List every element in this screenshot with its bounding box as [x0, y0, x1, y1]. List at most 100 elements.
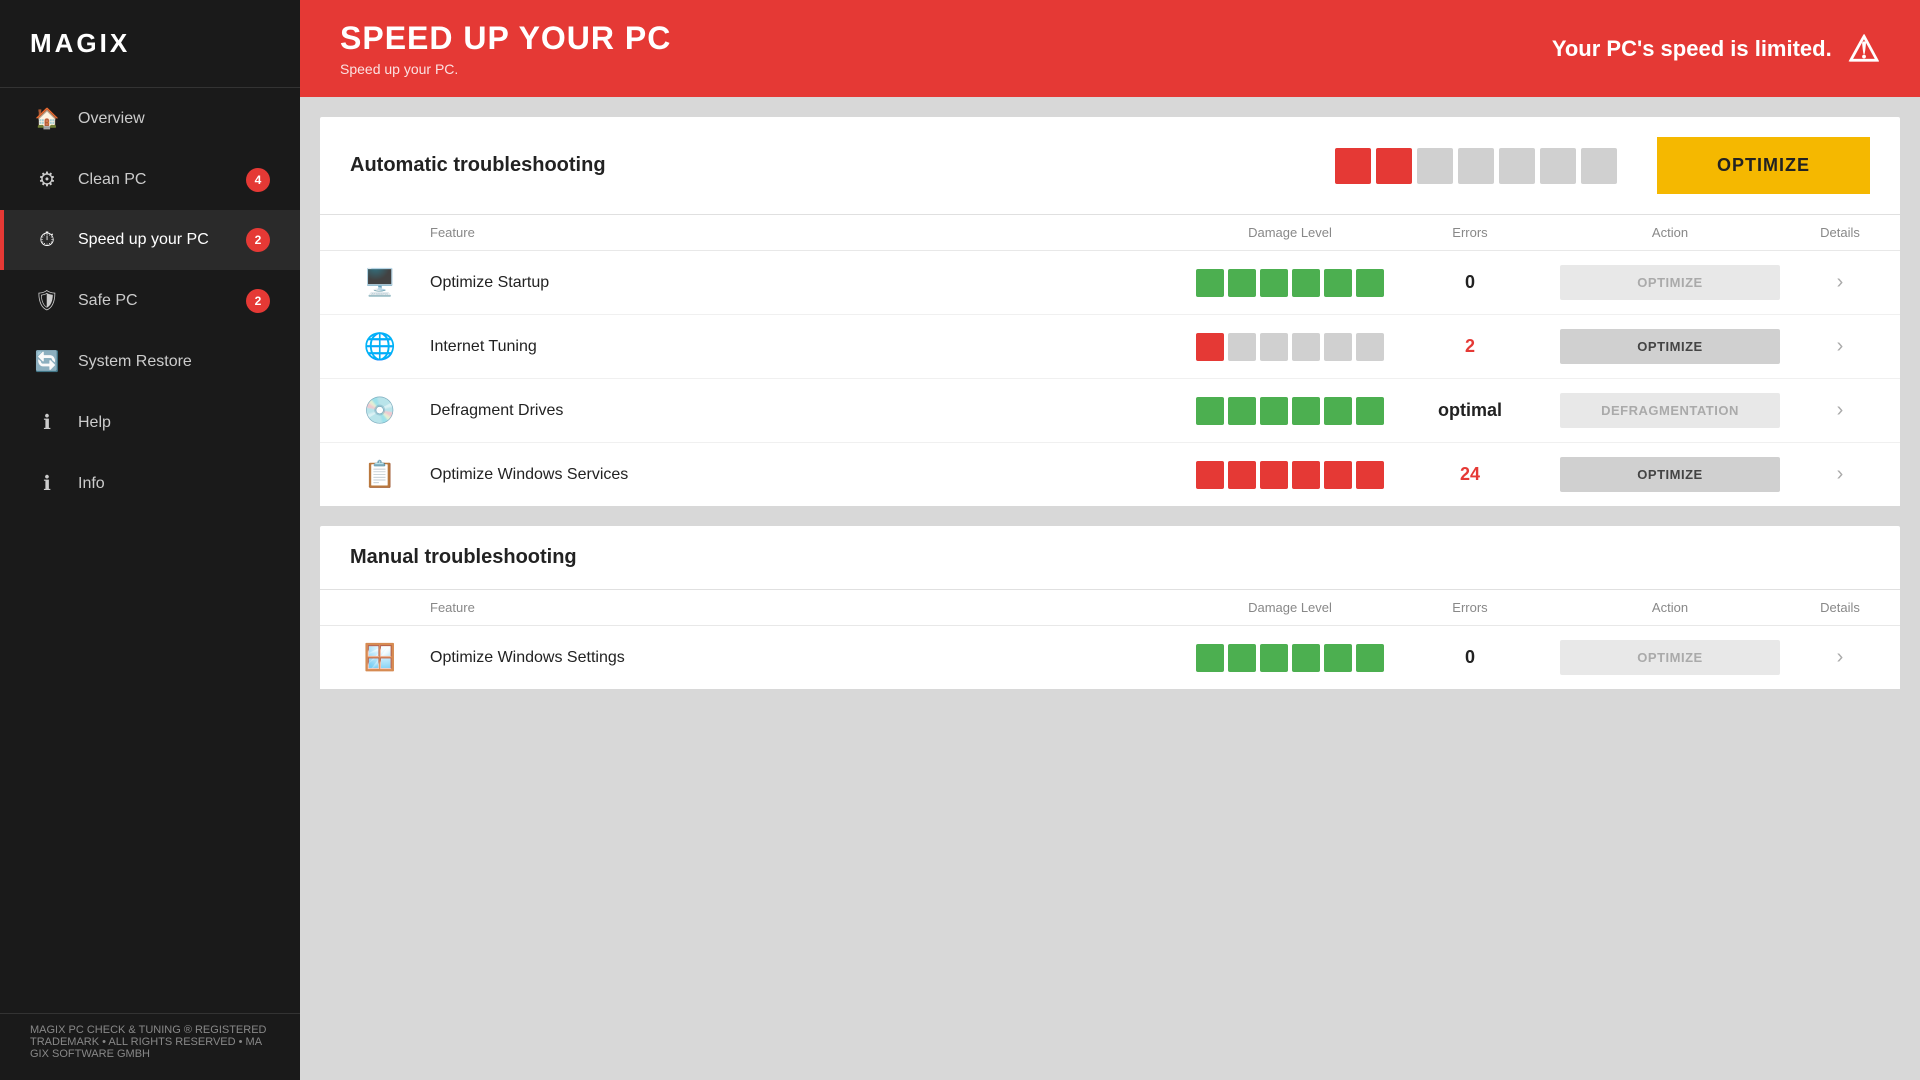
row-action-internet-tuning[interactable]: OPTIMIZE: [1540, 329, 1800, 364]
row-errors-optimize-windows-settings: 0: [1400, 647, 1540, 668]
automatic-rows: 🖥️Optimize Startup0OPTIMIZE›🌐Internet Tu…: [320, 251, 1900, 506]
manual-col-action: Action: [1540, 600, 1800, 615]
system-restore-icon: 🔄: [34, 349, 60, 374]
header-right: Your PC's speed is limited. ⚠: [1552, 28, 1880, 70]
col-details: Details: [1800, 225, 1880, 240]
overall-damage-segment-6: [1581, 148, 1617, 184]
sidebar-item-system-restore[interactable]: 🔄 System Restore: [0, 331, 300, 392]
damage-seg-optimize-windows-services-1: [1228, 461, 1256, 489]
info-icon: ℹ: [34, 471, 60, 496]
damage-seg-defragment-drives-2: [1260, 397, 1288, 425]
table-row-optimize-windows-settings: 🪟Optimize Windows Settings 0OPTIMIZE ›: [320, 626, 1900, 689]
damage-seg-optimize-windows-settings-4: [1324, 644, 1352, 672]
sidebar-item-info[interactable]: ℹInfo: [0, 453, 300, 514]
warning-icon: ⚠: [1848, 28, 1880, 70]
damage-seg-optimize-windows-services-4: [1324, 461, 1352, 489]
damage-seg-optimize-windows-services-3: [1292, 461, 1320, 489]
chevron-icon-internet-tuning[interactable]: ›: [1837, 335, 1844, 358]
damage-seg-optimize-windows-settings-1: [1228, 644, 1256, 672]
damage-seg-internet-tuning-1: [1228, 333, 1256, 361]
automatic-table-header: Feature Damage Level Errors Action Detai…: [320, 215, 1900, 251]
row-damage-optimize-windows-settings: [1180, 644, 1400, 672]
manual-col-errors: Errors: [1400, 600, 1540, 615]
col-damage: Damage Level: [1180, 225, 1400, 240]
chevron-icon-optimize-startup[interactable]: ›: [1837, 271, 1844, 294]
row-action-optimize-windows-services[interactable]: OPTIMIZE: [1540, 457, 1800, 492]
sidebar-item-clean-pc[interactable]: ⚙Clean PC4: [0, 149, 300, 210]
damage-seg-defragment-drives-4: [1324, 397, 1352, 425]
row-damage-optimize-windows-services: [1180, 461, 1400, 489]
table-row-defragment-drives: 💿Defragment DrivesoptimalDEFRAGMENTATION…: [320, 379, 1900, 443]
sidebar-item-overview[interactable]: 🏠Overview: [0, 88, 300, 149]
manual-section-title: Manual troubleshooting: [350, 546, 577, 569]
row-feature-optimize-startup: Optimize Startup: [420, 274, 1180, 292]
badge-clean-pc: 4: [246, 168, 270, 192]
row-action-optimize-windows-settings[interactable]: OPTIMIZE: [1540, 640, 1800, 675]
sidebar-label-clean-pc: Clean PC: [78, 171, 228, 189]
speed-status-text: Your PC's speed is limited.: [1552, 36, 1832, 62]
help-icon: ℹ: [34, 410, 60, 435]
header-left: SPEED UP YOUR PC Speed up your PC.: [340, 20, 671, 77]
page-subtitle: Speed up your PC.: [340, 61, 671, 77]
manual-col-details: Details: [1800, 600, 1880, 615]
action-button-optimize-windows-services[interactable]: OPTIMIZE: [1560, 457, 1780, 492]
content-area: Automatic troubleshooting OPTIMIZE Featu…: [300, 97, 1920, 1080]
col-errors: Errors: [1400, 225, 1540, 240]
damage-seg-internet-tuning-5: [1356, 333, 1384, 361]
row-details-defragment-drives[interactable]: ›: [1800, 399, 1880, 422]
automatic-troubleshooting-section: Automatic troubleshooting OPTIMIZE Featu…: [320, 117, 1900, 506]
badge-safe-pc: 2: [246, 289, 270, 313]
manual-table-header: Feature Damage Level Errors Action Detai…: [320, 590, 1900, 626]
damage-seg-optimize-windows-services-2: [1260, 461, 1288, 489]
damage-seg-optimize-startup-3: [1292, 269, 1320, 297]
manual-col-damage: Damage Level: [1180, 600, 1400, 615]
action-button-defragment-drives: DEFRAGMENTATION: [1560, 393, 1780, 428]
damage-seg-optimize-windows-settings-2: [1260, 644, 1288, 672]
row-icon-optimize-windows-settings: 🪟: [340, 642, 420, 673]
damage-seg-optimize-startup-0: [1196, 269, 1224, 297]
overall-damage-segment-0: [1335, 148, 1371, 184]
row-icon-internet-tuning: 🌐: [340, 331, 420, 362]
overall-damage-segment-1: [1376, 148, 1412, 184]
row-damage-defragment-drives: [1180, 397, 1400, 425]
damage-seg-optimize-startup-5: [1356, 269, 1384, 297]
overall-damage-bar: [1335, 148, 1617, 184]
speed-up-icon: ⏱: [34, 229, 60, 252]
row-action-defragment-drives[interactable]: DEFRAGMENTATION: [1540, 393, 1800, 428]
damage-seg-defragment-drives-1: [1228, 397, 1256, 425]
row-icon-defragment-drives: 💿: [340, 395, 420, 426]
overall-damage-segment-2: [1417, 148, 1453, 184]
row-damage-internet-tuning: [1180, 333, 1400, 361]
row-details-optimize-startup[interactable]: ›: [1800, 271, 1880, 294]
safe-pc-icon: 🛡: [34, 288, 60, 313]
sidebar-label-safe-pc: Safe PC: [78, 292, 228, 310]
damage-seg-optimize-startup-4: [1324, 269, 1352, 297]
action-button-internet-tuning[interactable]: OPTIMIZE: [1560, 329, 1780, 364]
damage-seg-defragment-drives-5: [1356, 397, 1384, 425]
main-optimize-button[interactable]: OPTIMIZE: [1657, 137, 1870, 194]
row-feature-optimize-windows-settings: Optimize Windows Settings: [420, 649, 1180, 667]
col-feature: Feature: [420, 225, 1180, 240]
sidebar-nav: 🏠Overview⚙Clean PC4⏱Speed up your PC2🛡Sa…: [0, 88, 300, 1013]
row-icon-optimize-startup: 🖥️: [340, 267, 420, 298]
row-action-optimize-startup[interactable]: OPTIMIZE: [1540, 265, 1800, 300]
row-details-optimize-windows-settings[interactable]: ›: [1800, 646, 1880, 669]
row-details-internet-tuning[interactable]: ›: [1800, 335, 1880, 358]
row-details-optimize-windows-services[interactable]: ›: [1800, 463, 1880, 486]
sidebar-item-help[interactable]: ℹHelp: [0, 392, 300, 453]
row-feature-optimize-windows-services: Optimize Windows Services: [420, 466, 1180, 484]
chevron-icon-defragment-drives[interactable]: ›: [1837, 399, 1844, 422]
sidebar-bottom: MAGIX PC CHECK & TUNING ® REGISTERED TRA…: [0, 1013, 300, 1080]
manual-col-feature: Feature: [420, 600, 1180, 615]
action-button-optimize-startup: OPTIMIZE: [1560, 265, 1780, 300]
chevron-icon-optimize-windows-settings[interactable]: ›: [1837, 646, 1844, 669]
overall-damage-segment-3: [1458, 148, 1494, 184]
sidebar-item-speed-up[interactable]: ⏱Speed up your PC2: [0, 210, 300, 270]
chevron-icon-optimize-windows-services[interactable]: ›: [1837, 463, 1844, 486]
damage-seg-optimize-windows-services-0: [1196, 461, 1224, 489]
sidebar-item-safe-pc[interactable]: 🛡 Safe PC 2: [0, 270, 300, 331]
sidebar-label-overview: Overview: [78, 110, 270, 128]
sidebar-label-system-restore: System Restore: [78, 353, 270, 371]
damage-seg-internet-tuning-0: [1196, 333, 1224, 361]
row-errors-optimize-startup: 0: [1400, 272, 1540, 293]
